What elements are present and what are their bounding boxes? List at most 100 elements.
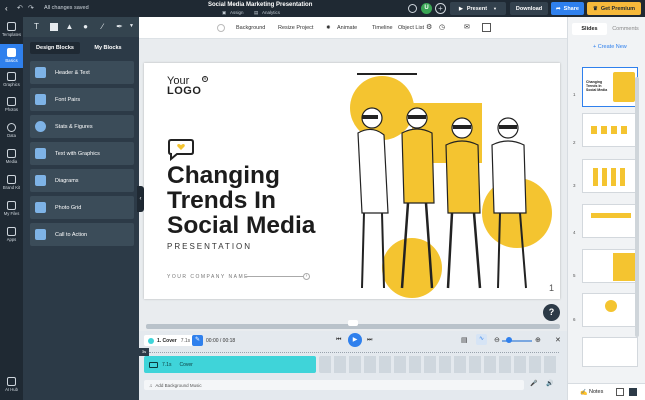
- document-title[interactable]: Social Media Marketing Presentation: [208, 2, 312, 8]
- undo-icon[interactable]: ↶: [17, 4, 23, 12]
- volume-icon[interactable]: 🔊: [546, 380, 553, 387]
- rail-item-basics[interactable]: Basics: [0, 44, 23, 68]
- timeline-expand-handle[interactable]: [348, 320, 358, 326]
- thumb-content: [593, 168, 629, 186]
- slide-thumbnail-4[interactable]: [582, 204, 638, 238]
- background-button[interactable]: Background: [236, 25, 265, 31]
- close-icon[interactable]: ✕: [555, 336, 561, 344]
- slide-thumbnail-1[interactable]: Changing Trends In Social Media: [582, 67, 638, 107]
- scene-selector[interactable]: 1. Cover 7.1s: [144, 335, 194, 346]
- text-tool-icon[interactable]: T: [32, 22, 41, 31]
- block-label: Stats & Figures: [55, 123, 93, 130]
- slide-thumbnail-2[interactable]: [582, 113, 638, 147]
- zoom-out-icon[interactable]: ⊖: [494, 336, 500, 344]
- scene-duration: 7.1s: [180, 337, 191, 344]
- stats-icon: [35, 121, 46, 132]
- block-call-to-action[interactable]: Call to Action: [30, 223, 134, 246]
- object-list-button[interactable]: Object List: [398, 25, 424, 31]
- scene-dot: [148, 337, 154, 344]
- pen-tool-icon[interactable]: ✒: [115, 22, 124, 31]
- block-font-pairs[interactable]: Font Pairs: [30, 88, 134, 111]
- assign-link[interactable]: Assign: [230, 10, 244, 15]
- rail-item-graphics[interactable]: Graphics: [0, 72, 23, 87]
- present-button[interactable]: ▶ Present ▼: [450, 2, 506, 15]
- other-slides-track[interactable]: [319, 356, 559, 373]
- create-new-slide-button[interactable]: + Create New: [593, 44, 627, 50]
- rail-item-apps[interactable]: Apps: [0, 227, 23, 242]
- slide-thumbnail-6[interactable]: [582, 293, 638, 327]
- skip-back-icon[interactable]: ⏮: [336, 337, 341, 344]
- resize-project-button[interactable]: Resize Project: [278, 25, 313, 31]
- rail-label: Media: [5, 159, 18, 164]
- tab-my-blocks[interactable]: My Blocks: [83, 42, 133, 54]
- notes-button[interactable]: Notes: [589, 389, 603, 395]
- slide-canvas[interactable]: Your LOGO R Changing Trends In Social Me…: [144, 63, 560, 299]
- add-background-music-button[interactable]: ♫ Add Background Music: [144, 380, 524, 390]
- rail-item-media[interactable]: Media: [0, 149, 23, 164]
- edit-icon[interactable]: ✎: [192, 335, 203, 346]
- block-stats-figures[interactable]: Stats & Figures: [30, 115, 134, 138]
- circle-tool-icon[interactable]: ●: [81, 22, 90, 31]
- rail-item-ai-hub[interactable]: AI Hub: [0, 377, 23, 392]
- slide-number: 6: [573, 317, 576, 322]
- share-button[interactable]: ➦ Share: [551, 2, 584, 15]
- block-photo-grid[interactable]: Photo Grid: [30, 196, 134, 219]
- slide-thumbnail-3[interactable]: [582, 159, 638, 193]
- slide-thumbnail-7[interactable]: [582, 337, 638, 367]
- tab-slides[interactable]: Slides: [572, 23, 607, 35]
- rail-item-my-files[interactable]: My Files: [0, 201, 23, 216]
- rail-label: My Files: [3, 211, 20, 216]
- timer-icon[interactable]: ◷: [439, 23, 445, 31]
- rail-item-photos[interactable]: Photos: [0, 97, 23, 112]
- image-icon[interactable]: [482, 23, 491, 32]
- avatar[interactable]: U: [421, 3, 432, 14]
- magnet-icon[interactable]: ∿: [476, 334, 487, 345]
- tab-comments[interactable]: Comments: [609, 23, 642, 35]
- microphone-icon[interactable]: 🎤: [530, 380, 537, 387]
- add-collaborator-icon[interactable]: +: [435, 3, 446, 14]
- redo-icon[interactable]: ↷: [28, 4, 34, 12]
- comment-icon[interactable]: ✉: [464, 23, 470, 31]
- block-header-text[interactable]: Header & Text: [30, 61, 134, 84]
- company-name[interactable]: YOUR COMPANY NAME: [167, 274, 249, 280]
- rail-item-templates[interactable]: Templates: [0, 22, 23, 37]
- slide-subtitle[interactable]: PRESENTATION: [167, 242, 252, 251]
- slide-headline[interactable]: Changing Trends In Social Media: [167, 163, 315, 238]
- play-button[interactable]: ▶: [348, 333, 362, 347]
- slides-scrollbar[interactable]: [635, 77, 639, 337]
- block-diagrams[interactable]: Diagrams: [30, 169, 134, 192]
- list-view-icon[interactable]: [629, 388, 637, 396]
- zoom-slider-thumb[interactable]: [506, 337, 512, 343]
- timeline-button[interactable]: Timeline: [372, 25, 393, 31]
- rail-label: Data: [7, 133, 16, 138]
- basics-icon: [7, 48, 16, 57]
- back-arrow-icon[interactable]: ‹: [5, 4, 14, 13]
- slide-number: 5: [573, 273, 576, 278]
- time-ruler: [149, 352, 559, 354]
- collapse-panel-handle[interactable]: ‹: [137, 186, 144, 212]
- grid-view-icon[interactable]: [616, 388, 624, 396]
- triangle-tool-icon[interactable]: ▲: [65, 22, 74, 31]
- zoom-in-icon[interactable]: ⊕: [535, 336, 541, 344]
- top-bar: ‹ ↶ ↷ All changes saved Social Media Mar…: [0, 0, 645, 17]
- time-readout: 00:00 / 00:18: [206, 338, 236, 344]
- emoji-icon[interactable]: [408, 4, 417, 13]
- block-text-with-graphics[interactable]: Text with Graphics: [30, 142, 134, 165]
- skip-forward-icon[interactable]: ⏭: [367, 337, 372, 344]
- cover-track[interactable]: 7.1s Cover: [144, 356, 316, 373]
- download-button[interactable]: Download: [510, 2, 548, 15]
- lock-icon[interactable]: ⚙: [426, 23, 432, 31]
- chevron-down-icon[interactable]: ▼: [127, 22, 136, 31]
- tab-design-blocks[interactable]: Design Blocks: [30, 42, 80, 54]
- rail-item-data[interactable]: Data: [0, 123, 23, 138]
- animate-button[interactable]: Animate: [337, 25, 357, 31]
- analytics-link[interactable]: Analytics: [262, 10, 280, 15]
- people-illustration[interactable]: [322, 63, 560, 299]
- get-premium-button[interactable]: ♛ Get Premium: [587, 2, 641, 15]
- rectangle-tool-icon[interactable]: [49, 22, 58, 31]
- slide-thumbnail-5[interactable]: [582, 249, 638, 283]
- rail-item-brand-kit[interactable]: Brand Kit: [0, 175, 23, 190]
- line-tool-icon[interactable]: ∕: [98, 22, 107, 31]
- captions-icon[interactable]: ▤: [461, 336, 468, 344]
- help-button[interactable]: ?: [543, 304, 560, 321]
